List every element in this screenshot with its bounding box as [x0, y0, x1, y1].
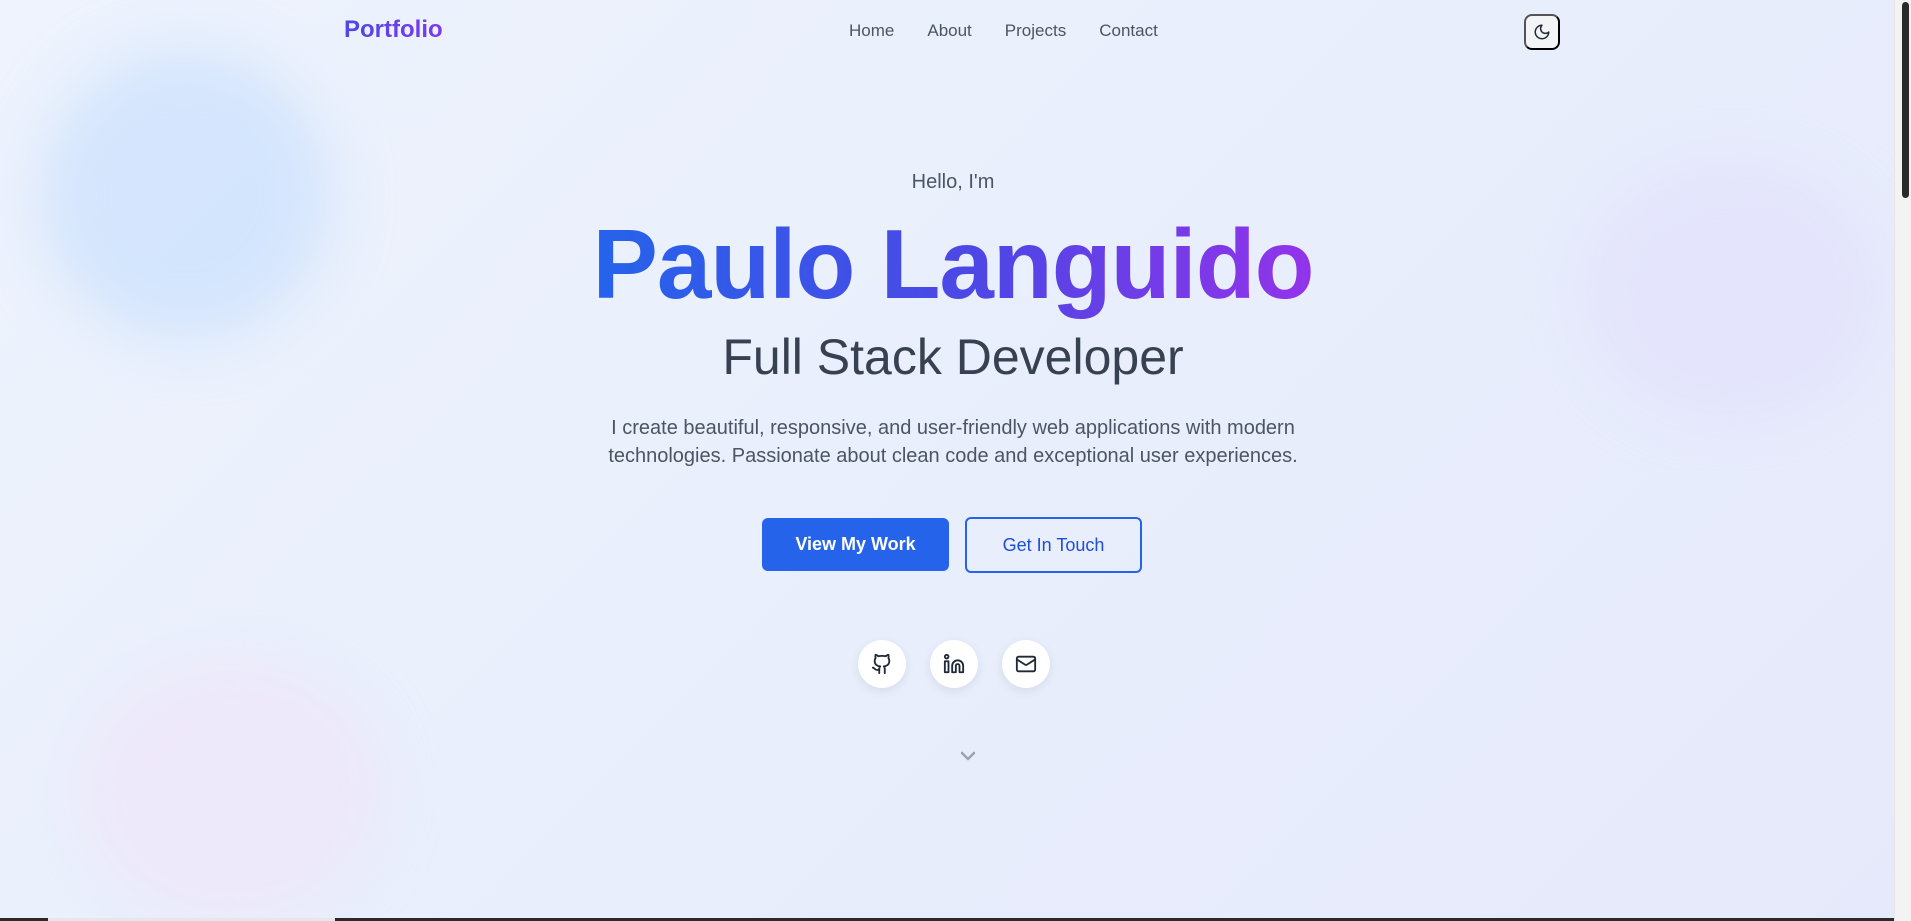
- vertical-scrollbar[interactable]: [1894, 0, 1911, 921]
- linkedin-icon: [943, 653, 965, 674]
- nav-links: Home About Projects Contact: [849, 21, 1158, 41]
- hero-description: I create beautiful, responsive, and user…: [608, 417, 1298, 467]
- page: Portfolio Home About Projects Contact He…: [0, 0, 1894, 921]
- email-link[interactable]: [1002, 640, 1050, 688]
- hero-greeting: Hello, I'm: [911, 171, 995, 193]
- nav-link-contact[interactable]: Contact: [1099, 21, 1158, 41]
- navbar: Portfolio Home About Projects Contact: [344, 14, 1560, 50]
- hero-buttons: View My Work Get In Touch: [762, 517, 1142, 573]
- hero-name-text: Paulo Languido: [592, 209, 1315, 319]
- nav-link-projects[interactable]: Projects: [1005, 21, 1066, 41]
- scrollbar-thumb[interactable]: [1902, 2, 1909, 198]
- mail-icon: [1015, 655, 1037, 673]
- chevron-down-icon[interactable]: [956, 744, 980, 768]
- view-my-work-button[interactable]: View My Work: [762, 518, 949, 571]
- nav-link-about[interactable]: About: [927, 21, 971, 41]
- background-blob: [80, 660, 380, 920]
- brand-logo[interactable]: Portfolio: [344, 16, 443, 44]
- hero-name: Paulo Languido: [0, 208, 1894, 321]
- social-links: [858, 640, 1050, 688]
- github-link[interactable]: [858, 640, 906, 688]
- github-icon: [871, 653, 891, 675]
- hero-role: Full Stack Developer: [722, 329, 1184, 385]
- linkedin-link[interactable]: [930, 640, 978, 688]
- theme-toggle-button[interactable]: [1524, 14, 1560, 50]
- moon-icon: [1534, 24, 1550, 40]
- get-in-touch-button[interactable]: Get In Touch: [965, 517, 1142, 573]
- nav-link-home[interactable]: Home: [849, 21, 894, 41]
